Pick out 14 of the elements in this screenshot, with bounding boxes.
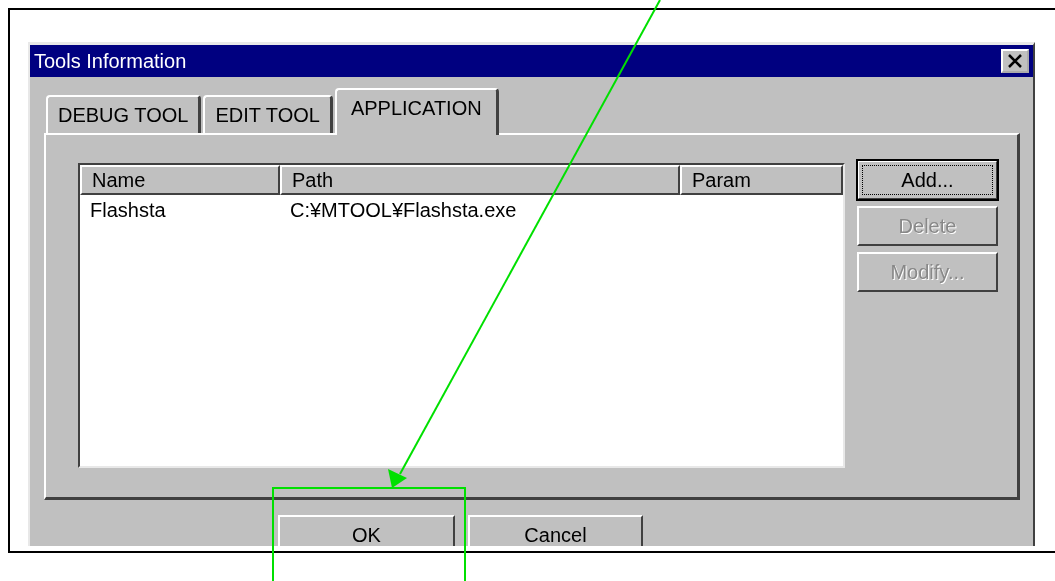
column-header[interactable]: Param [680,165,843,195]
table-cell-text: C:¥MTOOL¥Flashsta.exe [289,198,518,222]
tab[interactable]: APPLICATION [334,88,499,135]
column-header[interactable]: Path [280,165,680,195]
tab[interactable]: EDIT TOOL [203,95,333,133]
column-header[interactable]: Name [80,165,280,195]
tab[interactable]: DEBUG TOOL [46,95,202,133]
table-cell-text: Flashsta [89,198,167,222]
close-button[interactable] [1001,49,1029,73]
cancel-button[interactable]: Cancel [468,515,643,546]
side-button[interactable]: Add... [857,160,998,200]
window-title: Tools Information [34,49,187,73]
ok-button[interactable]: OK [278,515,455,546]
close-icon [1007,54,1023,68]
